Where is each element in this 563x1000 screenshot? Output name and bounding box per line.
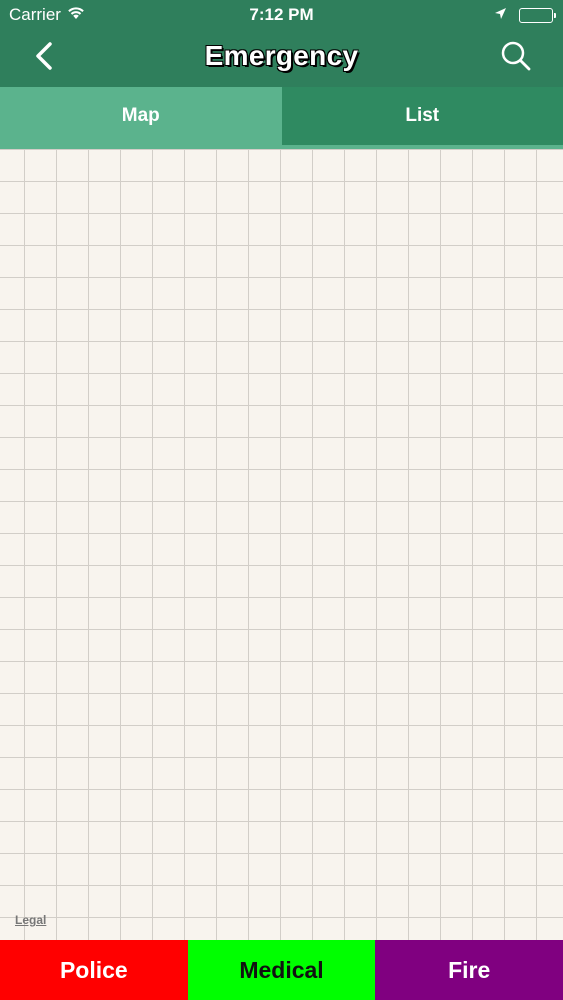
status-bar: Carrier 7:12 PM (0, 0, 563, 30)
battery-icon (519, 7, 556, 23)
map-view[interactable] (0, 149, 563, 940)
segment-tabs: Map List (0, 87, 563, 145)
emergency-buttons: Police Medical Fire (0, 940, 563, 1000)
page-title: Emergency (204, 40, 359, 71)
status-time: 7:12 PM (249, 5, 314, 24)
tab-list[interactable]: List (281, 87, 563, 145)
status-right-icons (494, 5, 556, 25)
app-screen: Carrier 7:12 PM Emergency Map List Legal… (0, 0, 563, 1000)
police-button[interactable]: Police (0, 940, 188, 1000)
search-button[interactable] (497, 39, 535, 77)
tab-map[interactable]: Map (0, 87, 282, 145)
legal-link[interactable]: Legal (15, 913, 46, 927)
location-arrow-icon (494, 5, 507, 25)
medical-button[interactable]: Medical (187, 940, 376, 1000)
fire-button[interactable]: Fire (375, 940, 563, 1000)
search-icon (500, 40, 532, 77)
nav-bar: Emergency (0, 30, 563, 87)
